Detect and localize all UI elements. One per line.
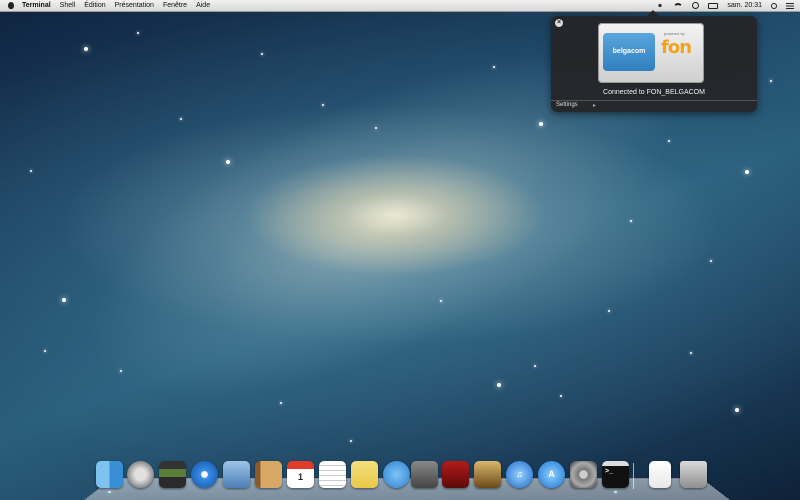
settings-arrow-icon[interactable]: ▸ <box>593 102 596 109</box>
mission-control-icon[interactable] <box>159 461 186 488</box>
powered-by-label: powered by <box>664 31 685 36</box>
apple-menu-icon[interactable] <box>8 2 14 9</box>
wifi-icon[interactable] <box>673 2 684 9</box>
dock-separator <box>633 463 634 489</box>
fon-network-card: belgacom powered by fon <box>598 23 704 83</box>
iphoto-icon[interactable] <box>474 461 501 488</box>
menu-app-terminal[interactable]: Terminal <box>22 2 51 9</box>
reminders-icon[interactable] <box>319 461 346 488</box>
notification-center-icon[interactable] <box>786 2 794 9</box>
finder-icon[interactable] <box>96 461 123 488</box>
contacts-icon[interactable] <box>255 461 282 488</box>
messages-icon[interactable] <box>383 461 410 488</box>
trash-icon[interactable] <box>680 461 707 488</box>
safari-icon[interactable] <box>191 461 218 488</box>
divider <box>551 100 757 101</box>
menu-presentation[interactable]: Présentation <box>115 2 154 9</box>
menu-edition[interactable]: Édition <box>84 2 105 9</box>
status-menu-area: sam. 20:31 <box>656 0 794 11</box>
app-store-glyph: A <box>548 469 555 479</box>
fon-logo: fon <box>661 37 692 58</box>
menu-fenetre[interactable]: Fenêtre <box>163 2 187 9</box>
terminal-icon[interactable]: >_ <box>602 461 629 488</box>
terminal-glyph: >_ <box>605 468 613 475</box>
itunes-glyph: ♫ <box>516 469 523 479</box>
connection-status: Connected to FON_BELGACOM <box>603 89 705 96</box>
running-indicator <box>614 491 617 493</box>
time-machine-icon[interactable] <box>692 2 700 9</box>
fon-popover: × belgacom powered by fon Connected to F… <box>551 10 757 112</box>
calendar-day: 1 <box>297 472 303 482</box>
battery-icon[interactable] <box>708 2 719 9</box>
facetime-icon[interactable] <box>411 461 438 488</box>
menu-clock[interactable]: sam. 20:31 <box>727 2 762 9</box>
document-icon[interactable] <box>649 461 671 488</box>
photo-booth-icon[interactable] <box>442 461 469 488</box>
mail-icon[interactable] <box>223 461 250 488</box>
fon-icon[interactable] <box>656 2 665 9</box>
menu-shell[interactable]: Shell <box>60 2 76 9</box>
menu-bar: Terminal Shell Édition Présentation Fenê… <box>0 0 800 12</box>
close-icon[interactable]: × <box>555 19 563 27</box>
spotlight-search-icon[interactable] <box>771 2 777 9</box>
app-store-icon[interactable]: A <box>538 461 565 488</box>
settings-button[interactable]: Settings <box>556 102 578 108</box>
launchpad-icon[interactable] <box>127 461 154 488</box>
system-preferences-icon[interactable] <box>570 461 597 488</box>
itunes-icon[interactable]: ♫ <box>506 461 533 488</box>
notes-icon[interactable] <box>351 461 378 488</box>
running-indicator <box>108 491 111 493</box>
calendar-icon[interactable]: 1 <box>287 461 314 488</box>
belgacom-logo: belgacom <box>603 33 655 71</box>
menu-aide[interactable]: Aide <box>196 2 210 9</box>
